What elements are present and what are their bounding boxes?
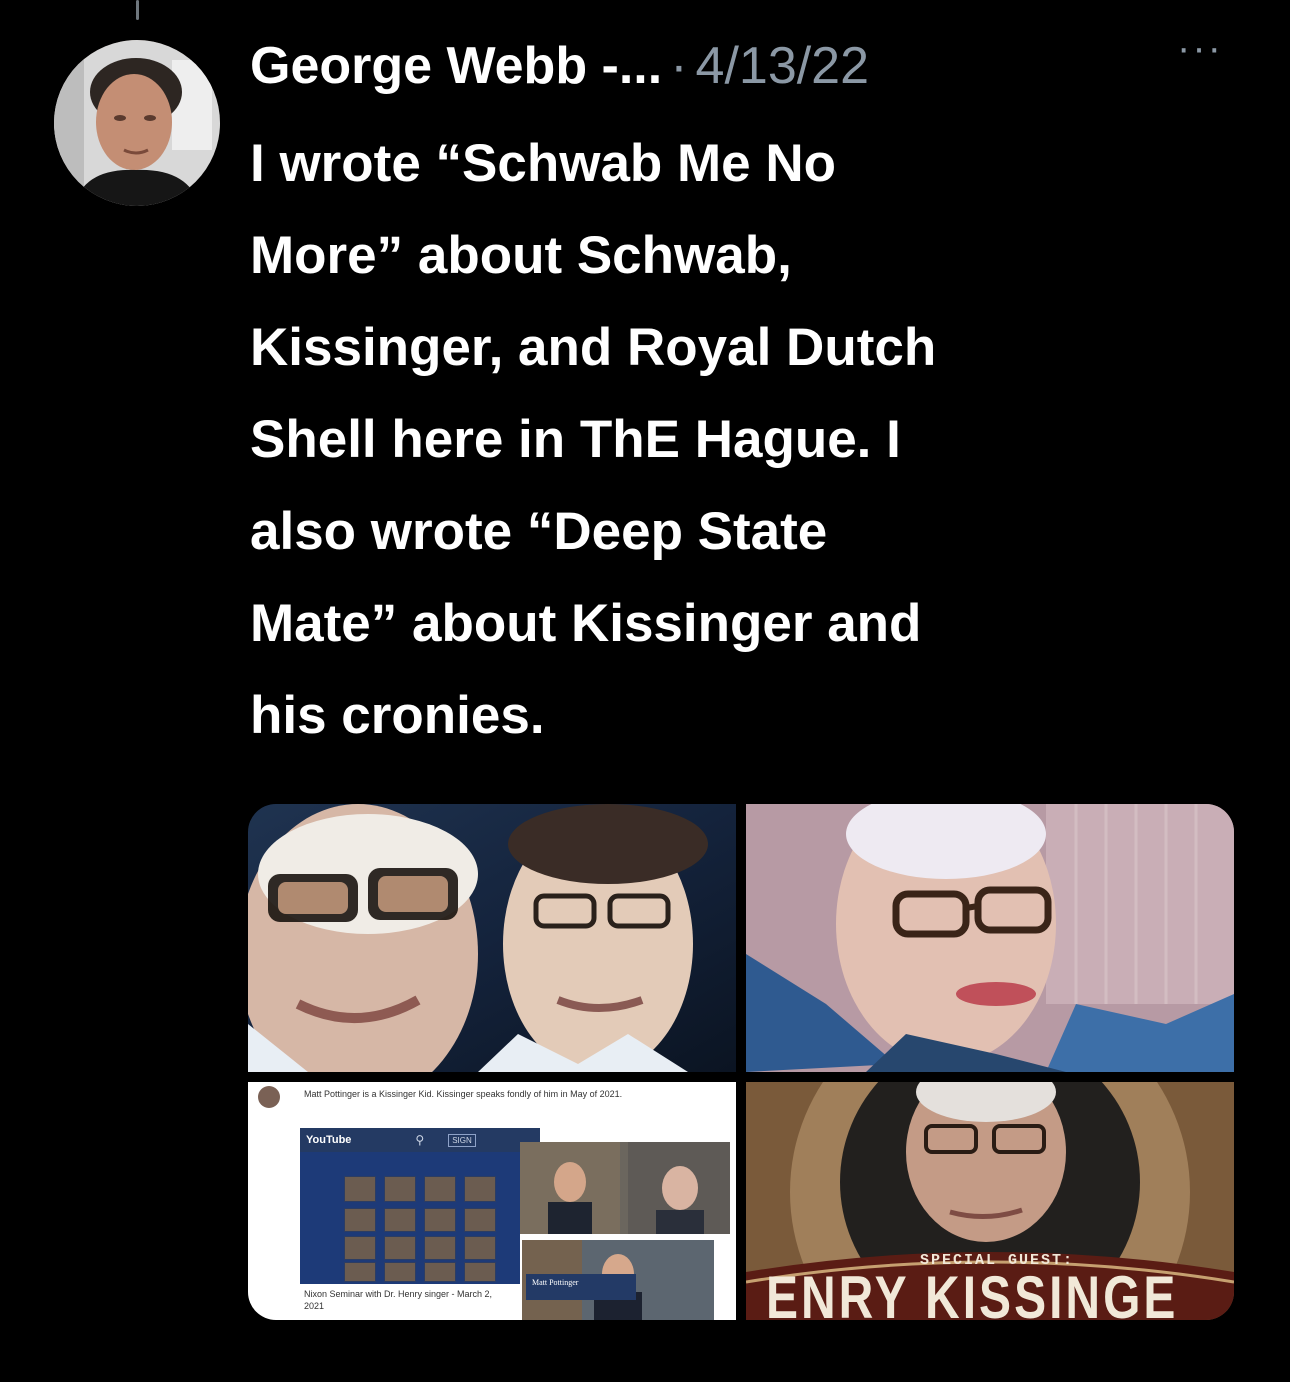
painting-kissinger-image <box>746 804 1234 1072</box>
author-avatar[interactable] <box>54 40 220 206</box>
video-frame-pottinger-kissinger <box>520 1142 730 1234</box>
search-icon: ⚲ <box>415 1133 425 1147</box>
media-grid: Matt Pottinger is a Kissinger Kid. Kissi… <box>248 804 1234 1320</box>
video-thumb <box>424 1236 456 1260</box>
more-options-button[interactable]: ··· <box>1170 26 1230 70</box>
video-thumb <box>344 1262 376 1282</box>
video-thumb <box>384 1236 416 1260</box>
tweet-timestamp[interactable]: 4/13/22 <box>696 36 870 96</box>
video-thumb <box>464 1176 496 1202</box>
pottinger-name-tag: Matt Pottinger <box>526 1274 636 1300</box>
media-image-3[interactable]: Matt Pottinger is a Kissinger Kid. Kissi… <box>248 1082 736 1320</box>
video-grid-panel <box>300 1152 520 1284</box>
tweet-header: George Webb -... · 4/13/22 <box>250 18 1240 114</box>
screenshot-avatar <box>258 1086 280 1108</box>
sign-in-label: SIGN <box>448 1133 476 1147</box>
nixon-seminar-caption: Nixon Seminar with Dr. Henry singer - Ma… <box>304 1289 493 1311</box>
media-image-2[interactable] <box>746 804 1234 1072</box>
kissinger-name-banner: ENRY KISSINGE <box>766 1265 1179 1320</box>
author-name[interactable]: George Webb -... <box>250 36 662 96</box>
video-thumb <box>464 1262 496 1282</box>
video-thumb <box>384 1262 416 1282</box>
thread-connector-line <box>136 0 139 20</box>
tweet-text: I wrote “Schwab Me No More” about Schwab… <box>250 134 937 745</box>
webinar-screenshot-image: Matt Pottinger is a Kissinger Kid. Kissi… <box>248 1082 736 1320</box>
video-thumb <box>344 1236 376 1260</box>
video-thumb <box>344 1208 376 1232</box>
video-thumb <box>384 1208 416 1232</box>
painting-two-men-image <box>248 804 736 1072</box>
video-thumb <box>344 1176 376 1202</box>
screenshot-caption: Matt Pottinger is a Kissinger Kid. Kissi… <box>304 1089 623 1099</box>
video-frame-image <box>520 1142 730 1234</box>
youtube-logo: YouTube <box>306 1134 352 1146</box>
video-thumb <box>464 1208 496 1232</box>
video-thumb <box>424 1176 456 1202</box>
more-horizontal-icon: ··· <box>1177 25 1223 70</box>
header-separator: · <box>670 37 688 95</box>
media-image-1[interactable] <box>248 804 736 1072</box>
youtube-bar: YouTube ⚲ SIGN <box>300 1128 540 1152</box>
video-thumb <box>424 1262 456 1282</box>
media-image-4[interactable]: SPECIAL GUEST: ENRY KISSINGE <box>746 1082 1234 1320</box>
avatar-portrait <box>54 40 220 206</box>
video-thumb <box>384 1176 416 1202</box>
video-thumb <box>464 1236 496 1260</box>
video-thumb <box>424 1208 456 1232</box>
